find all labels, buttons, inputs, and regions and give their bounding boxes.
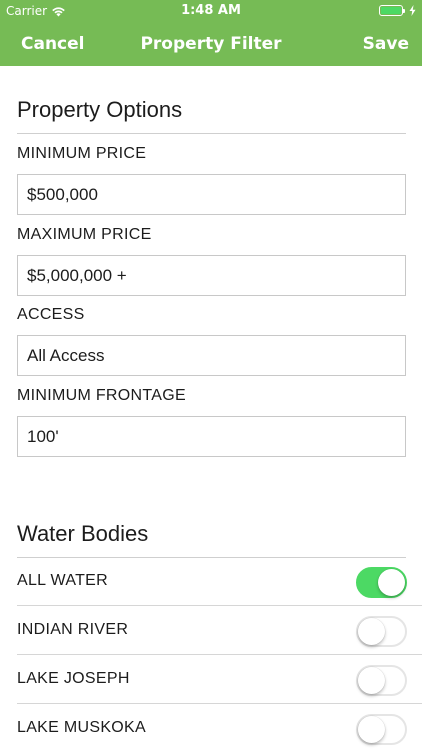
status-time: 1:48 AM (181, 3, 241, 18)
max-price-field[interactable] (17, 255, 406, 296)
max-price-label: MAXIMUM PRICE (17, 226, 152, 243)
row-divider (17, 703, 422, 704)
min-frontage-field[interactable] (17, 416, 406, 457)
min-frontage-label: MINIMUM FRONTAGE (17, 387, 186, 404)
charging-icon (409, 5, 416, 16)
access-field[interactable] (17, 335, 406, 376)
indian-river-toggle[interactable] (356, 616, 407, 647)
water-label: LAKE JOSEPH (17, 670, 130, 687)
battery-fill (381, 7, 401, 14)
battery-icon (379, 5, 405, 16)
page-title: Property Filter (140, 34, 282, 54)
row-divider (17, 605, 422, 606)
row-divider (17, 654, 422, 655)
toggle-knob (358, 667, 385, 694)
water-row-lake-muskoka: LAKE MUSKOKA (17, 705, 422, 753)
min-price-field[interactable] (17, 174, 406, 215)
water-label: LAKE MUSKOKA (17, 719, 146, 736)
toggle-knob (358, 716, 385, 743)
section-title-property-options: Property Options (17, 97, 183, 122)
nav-bar: Cancel Property Filter Save (0, 22, 422, 66)
section-title-water-bodies: Water Bodies (17, 521, 149, 546)
section-divider (17, 133, 406, 134)
lake-muskoka-toggle[interactable] (356, 714, 407, 745)
save-button[interactable]: Save (363, 34, 409, 54)
lake-joseph-toggle[interactable] (356, 665, 407, 696)
water-label: INDIAN RIVER (17, 621, 129, 638)
toggle-knob (378, 569, 405, 596)
status-bar: Carrier 1:48 AM (0, 0, 422, 22)
water-row-lake-joseph: LAKE JOSEPH (17, 656, 422, 704)
water-row-all-water: ALL WATER (17, 558, 422, 606)
toggle-knob (358, 618, 385, 645)
all-water-toggle[interactable] (356, 567, 407, 598)
water-row-indian-river: INDIAN RIVER (17, 607, 422, 655)
header: Carrier 1:48 AM Cancel Property Filter S… (0, 0, 422, 66)
access-label: ACCESS (17, 306, 85, 323)
status-battery (379, 5, 416, 16)
min-price-label: MINIMUM PRICE (17, 145, 147, 162)
water-label: ALL WATER (17, 572, 109, 589)
